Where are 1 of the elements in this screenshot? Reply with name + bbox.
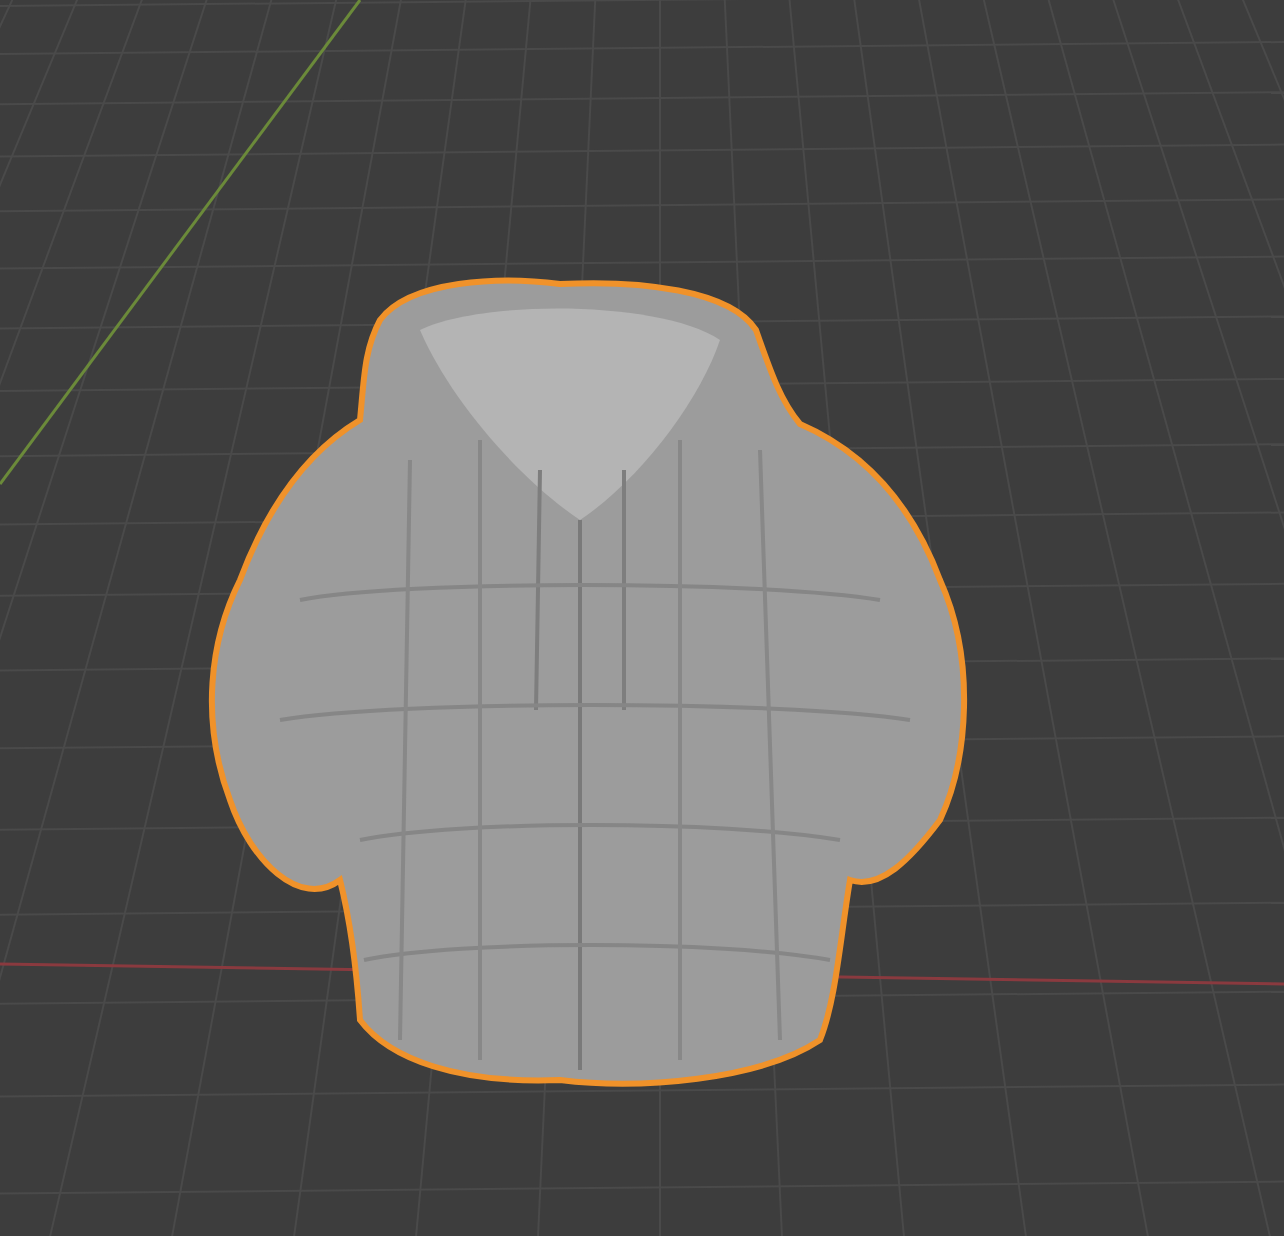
jacket-drawing[interactable] [208, 277, 967, 1087]
